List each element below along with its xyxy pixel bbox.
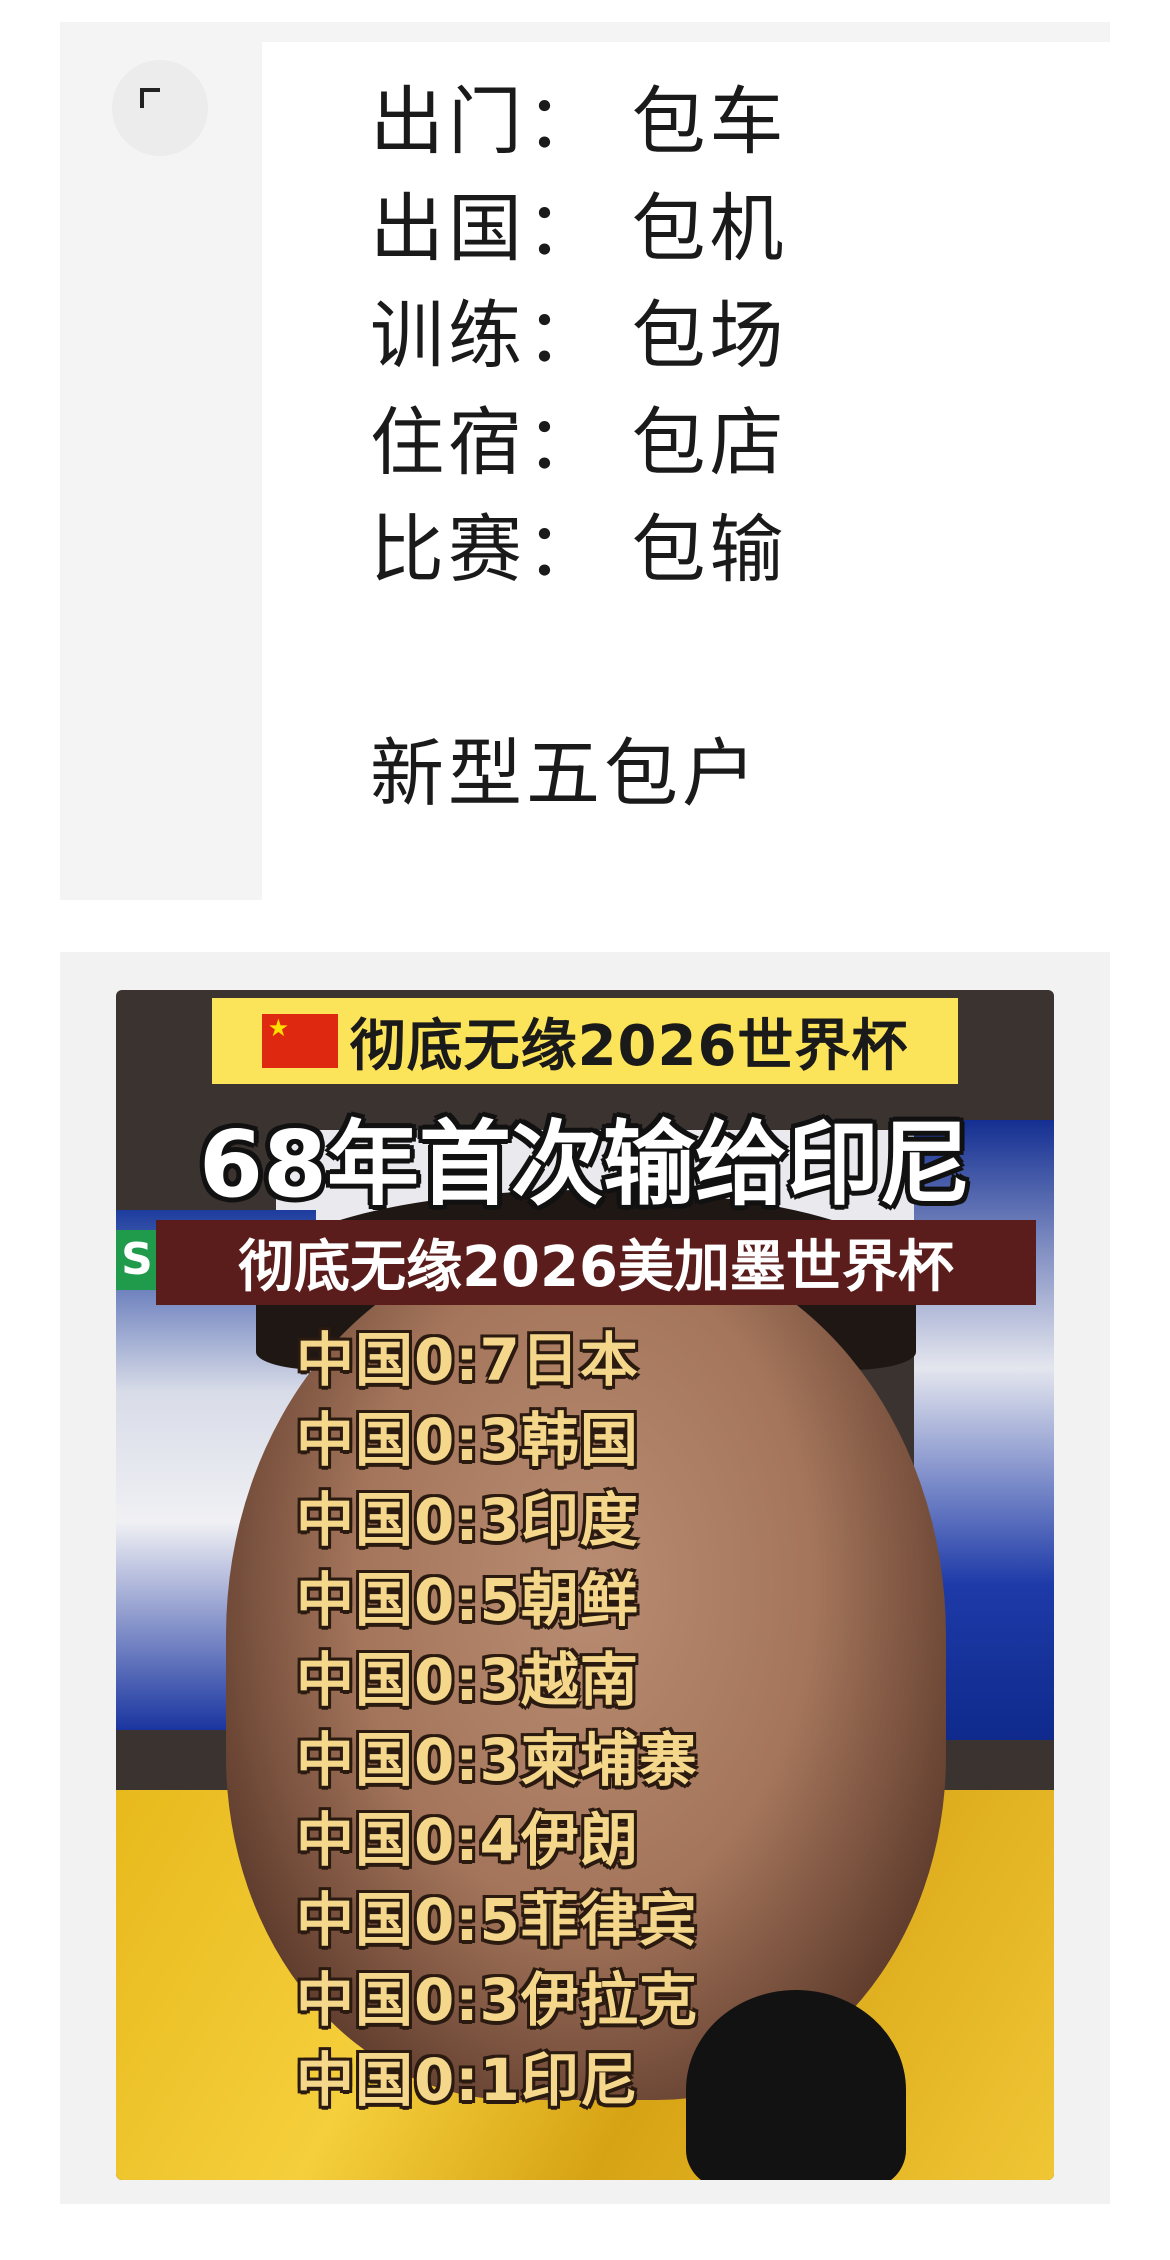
score-line: 中国0:3伊拉克	[296, 1966, 698, 2034]
subheadline: 彻底无缘2026美加墨世界杯	[156, 1220, 1036, 1305]
china-flag-icon	[261, 1014, 338, 1068]
score-line: 中国0:1印尼	[296, 2046, 639, 2114]
expand-icon	[140, 88, 160, 108]
post-line: 比赛： 包输	[370, 507, 788, 593]
headline: 68年首次输给印尼	[198, 1111, 972, 1218]
score-line: 中国0:7日本	[296, 1326, 639, 1394]
post-line: 住宿： 包店	[370, 400, 788, 486]
side-letter: S	[116, 1230, 158, 1290]
image-card[interactable]: 彻底无缘2026世界杯 68年首次输给印尼 S 彻底无缘2026美加墨世界杯 中…	[60, 952, 1110, 2204]
score-line: 中国0:5朝鲜	[296, 1566, 639, 1634]
expand-button[interactable]	[112, 60, 208, 156]
top-banner: 彻底无缘2026世界杯	[212, 998, 958, 1084]
score-line: 中国0:3越南	[296, 1646, 639, 1714]
score-line: 中国0:4伊朗	[296, 1806, 639, 1874]
banner-text: 彻底无缘2026世界杯	[349, 1013, 909, 1079]
score-line: 中国0:3柬埔寨	[296, 1726, 698, 1794]
post-line: 出门： 包车	[370, 79, 788, 165]
post-line: 出国： 包机	[370, 186, 788, 272]
score-list: 中国0:7日本 中国0:3韩国 中国0:3印度 中国0:5朝鲜 中国0:3越南 …	[296, 1320, 896, 2120]
score-line: 中国0:5菲律宾	[296, 1886, 698, 1954]
score-line: 中国0:3印度	[296, 1486, 639, 1554]
score-line: 中国0:3韩国	[296, 1406, 639, 1474]
post-closing: 新型五包户	[370, 731, 760, 817]
text-post-card: 出门： 包车 出国： 包机 训练： 包场 住宿： 包店 比赛： 包输 新型五包户	[60, 22, 1110, 900]
post-line: 训练： 包场	[370, 293, 788, 379]
text-post-content: 出门： 包车 出国： 包机 训练： 包场 住宿： 包店 比赛： 包输 新型五包户	[262, 42, 1110, 900]
news-photo[interactable]: 彻底无缘2026世界杯 68年首次输给印尼 S 彻底无缘2026美加墨世界杯 中…	[116, 990, 1054, 2180]
